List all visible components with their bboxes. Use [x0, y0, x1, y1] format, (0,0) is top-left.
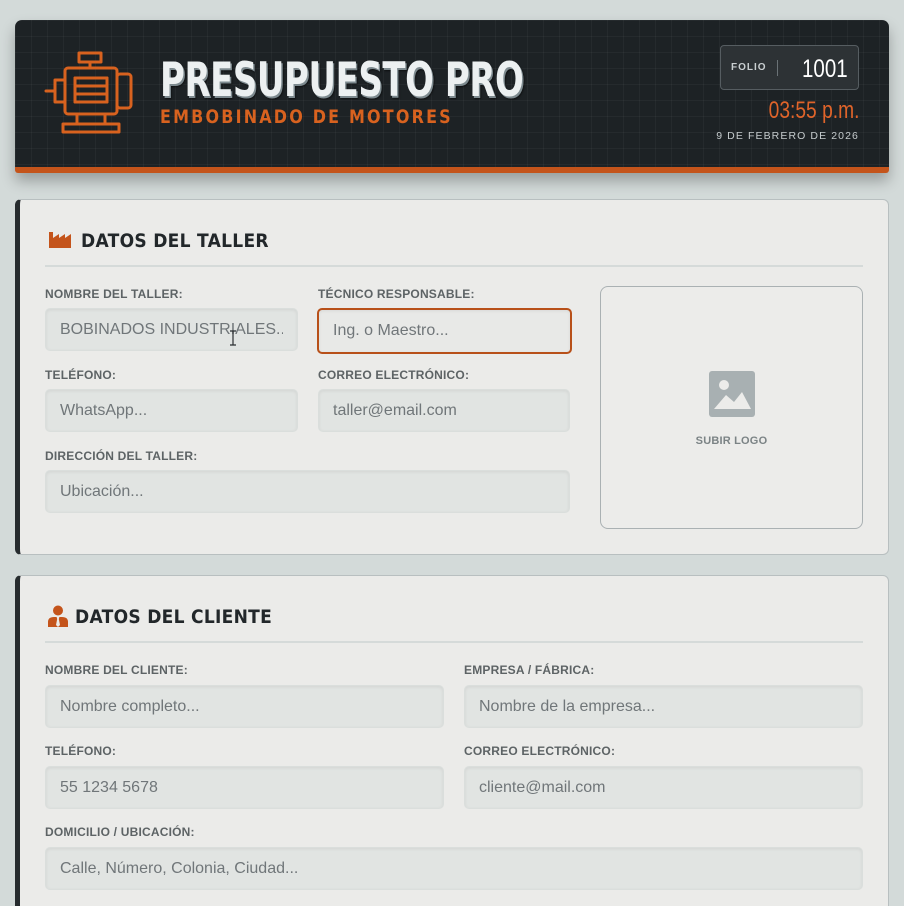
- folio-number: 1001: [802, 55, 848, 83]
- correo-taller-label: CORREO ELECTRÓNICO:: [318, 368, 470, 382]
- factory-icon: [49, 232, 71, 248]
- correo-cliente-input[interactable]: [464, 766, 863, 809]
- motor-icon: [44, 51, 133, 134]
- domicilio-label: DOMICILIO / UBICACIÓN:: [45, 825, 195, 839]
- direccion-taller-input[interactable]: [45, 470, 570, 513]
- app-title: PRESUPUESTO PRO: [160, 53, 524, 108]
- tecnico-input[interactable]: [317, 308, 572, 354]
- cliente-section: DATOS DEL CLIENTE NOMBRE DEL CLIENTE: EM…: [15, 575, 889, 906]
- folio-badge: FOLIO 1001: [720, 45, 859, 90]
- telefono-taller-input[interactable]: [45, 389, 298, 432]
- nombre-cliente-input[interactable]: [45, 685, 444, 728]
- cliente-section-title: DATOS DEL CLIENTE: [75, 606, 273, 628]
- correo-taller-input[interactable]: [318, 389, 570, 432]
- logo-upload[interactable]: SUBIR LOGO: [600, 286, 863, 529]
- user-tie-icon: [48, 605, 68, 627]
- taller-section-title: DATOS DEL TALLER: [81, 230, 269, 252]
- empresa-input[interactable]: [464, 685, 863, 728]
- image-icon: [709, 371, 755, 417]
- folio-divider: [777, 60, 778, 76]
- taller-section: DATOS DEL TALLER NOMBRE DEL TALLER: TÉCN…: [15, 199, 889, 555]
- logo-upload-label: SUBIR LOGO: [695, 435, 768, 447]
- domicilio-input[interactable]: [45, 847, 863, 890]
- nombre-taller-label: NOMBRE DEL TALLER:: [45, 287, 183, 301]
- folio-label: FOLIO: [731, 62, 767, 73]
- telefono-cliente-input[interactable]: [45, 766, 444, 809]
- app-header: PRESUPUESTO PRO EMBOBINADO DE MOTORES FO…: [15, 20, 889, 173]
- telefono-taller-label: TELÉFONO:: [45, 368, 117, 382]
- taller-section-header: DATOS DEL TALLER: [45, 222, 863, 267]
- telefono-cliente-label: TELÉFONO:: [45, 744, 117, 758]
- correo-cliente-label: CORREO ELECTRÓNICO:: [464, 744, 616, 758]
- text-cursor-icon: [230, 330, 236, 346]
- current-date: 9 DE FEBRERO DE 2026: [716, 130, 859, 142]
- empresa-label: EMPRESA / FÁBRICA:: [464, 663, 595, 677]
- app-subtitle: EMBOBINADO DE MOTORES: [160, 106, 453, 128]
- direccion-taller-label: DIRECCIÓN DEL TALLER:: [45, 449, 198, 463]
- nombre-cliente-label: NOMBRE DEL CLIENTE:: [45, 663, 188, 677]
- cliente-section-header: DATOS DEL CLIENTE: [45, 598, 863, 643]
- tecnico-label: TÉCNICO RESPONSABLE:: [318, 287, 475, 301]
- nombre-taller-input[interactable]: [45, 308, 298, 351]
- current-time: 03:55 p.m.: [768, 97, 859, 124]
